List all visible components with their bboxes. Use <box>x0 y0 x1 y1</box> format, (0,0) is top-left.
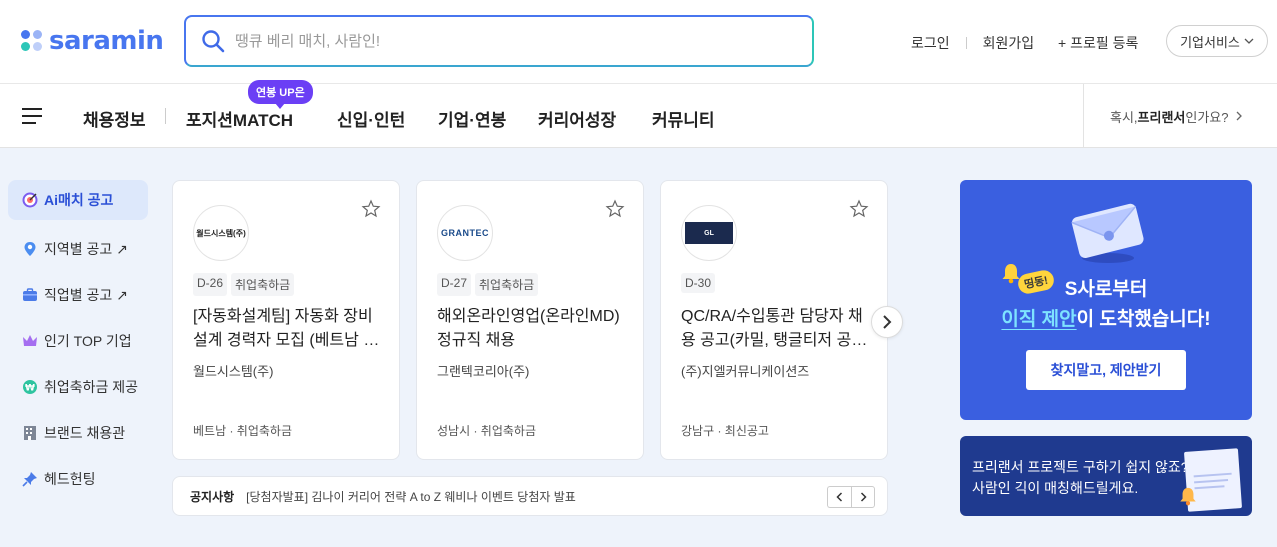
nav-item-community[interactable]: 커뮤니티 <box>652 106 715 131</box>
nav-item-career-growth[interactable]: 커리어성장 <box>538 106 616 131</box>
target-icon <box>22 192 38 208</box>
notice-prev-button[interactable] <box>827 486 851 508</box>
sidebar-item-top-company[interactable]: 인기 TOP 기업 <box>8 318 148 364</box>
company-name[interactable]: 월드시스템(주) <box>193 361 273 380</box>
job-card[interactable]: GL D-30 QC/RA/수입통관 담당자 채용 공고(카밀, 탱글티저 공식… <box>660 180 888 460</box>
nav-divider <box>165 108 166 124</box>
freelancer-bold: 프리랜서 <box>1137 109 1186 125</box>
star-icon[interactable] <box>361 199 381 219</box>
search-input[interactable] <box>235 32 795 50</box>
sidebar-item-label: 헤드헌팅 <box>44 471 96 487</box>
job-title[interactable]: [자동화설계팀] 자동화 장비 설계 경력자 모집 (베트남 상주) <box>193 305 383 353</box>
company-logo: GRANTEC <box>437 205 493 261</box>
get-offer-button[interactable]: 찾지말고, 제안받기 <box>1026 350 1186 390</box>
header: saramin 로그인 회원가입 + 프로필 등록 기업서비스 <box>0 0 1277 84</box>
job-title[interactable]: 해외온라인영업(온라인MD) 정규직 채용 <box>437 305 627 353</box>
won-coin-icon: ₩ <box>22 379 38 395</box>
dday-badge: D-30 <box>681 273 716 293</box>
freelancer-gig-banner[interactable]: 프리랜서 프로젝트 구하기 쉽지 않죠? 사람인 긱이 매칭해드릴게요. <box>960 436 1252 516</box>
business-service-label: 기업서비스 <box>1180 34 1240 50</box>
bell-icon <box>1180 487 1196 506</box>
profile-register: + 프로필 등록 <box>1058 33 1138 53</box>
bonus-tag: 취업축하금 <box>475 273 539 296</box>
sidebar-item-label: Ai매치 공고 <box>44 192 114 208</box>
sidebar-item-label: 취업축하금 제공 <box>44 379 139 395</box>
sidebar-item-ai-match[interactable]: Ai매치 공고 <box>8 180 148 220</box>
dday-badge: D-26 <box>193 273 228 296</box>
nav-item-company-salary[interactable]: 기업·연봉 <box>438 106 506 131</box>
bonus-tag: 취업축하금 <box>231 273 295 296</box>
sidebar-item-headhunting[interactable]: 헤드헌팅 <box>8 456 148 502</box>
freelancer-suffix: 인가요? <box>1185 109 1229 125</box>
freelancer-link[interactable]: 혹시, 프리랜서 인가요? <box>1083 84 1277 148</box>
card-tags: D-27 취업축하금 <box>437 273 542 296</box>
building-icon <box>22 425 38 441</box>
star-icon[interactable] <box>849 199 869 219</box>
sidebar-item-label: 지역별 공고 ↗ <box>44 241 128 257</box>
notice-nav <box>827 486 875 508</box>
pin-icon <box>22 471 38 487</box>
chevron-right-icon <box>1236 111 1242 121</box>
crown-icon <box>22 333 38 349</box>
sidebar-item-bonus[interactable]: ₩ 취업축하금 제공 <box>8 364 148 410</box>
chevron-down-icon <box>1244 38 1254 44</box>
signup-link[interactable]: 회원가입 <box>983 33 1035 53</box>
login-link[interactable]: 로그인 <box>911 33 950 53</box>
job-location: 베트남 · 취업축하금 <box>193 424 292 438</box>
company-logo: GL <box>681 205 737 261</box>
notice-label: 공지사항 <box>190 489 235 504</box>
business-service-button[interactable]: 기업서비스 <box>1166 25 1268 57</box>
saramin-logo[interactable]: saramin <box>20 26 164 56</box>
notice-next-button[interactable] <box>851 486 875 508</box>
banner-line2: 이직 제안이 도착했습니다! <box>960 304 1252 331</box>
star-icon[interactable] <box>605 199 625 219</box>
carousel-next-button[interactable] <box>871 306 903 338</box>
briefcase-icon <box>22 287 38 303</box>
divider <box>965 37 967 49</box>
map-pin-icon <box>22 241 38 257</box>
job-location: 강남구 · 최신공고 <box>681 424 769 438</box>
notice-bar: 공지사항 [당첨자발표] 김나이 커리어 전략 A to Z 웨비나 이벤트 당… <box>172 476 888 516</box>
hamburger-menu-icon[interactable] <box>22 108 42 124</box>
job-location: 성남시 · 취업축하금 <box>437 424 536 438</box>
sidebar-item-region[interactable]: 지역별 공고 ↗ <box>8 226 148 272</box>
sidebar-item-brand[interactable]: 브랜드 채용관 <box>8 410 148 456</box>
search-box[interactable] <box>184 15 814 67</box>
envelope-icon <box>1071 203 1144 263</box>
job-card[interactable]: GRANTEC D-27 취업축하금 해외온라인영업(온라인MD) 정규직 채용… <box>416 180 644 460</box>
sidebar-item-job-type[interactable]: 직업별 공고 ↗ <box>8 272 148 318</box>
nav-item-jobs[interactable]: 채용정보 <box>83 106 146 131</box>
sidebar-item-label: 인기 TOP 기업 <box>44 333 132 349</box>
job-card[interactable]: 월드시스템(주) D-26 취업축하금 [자동화설계팀] 자동화 장비 설계 경… <box>172 180 400 460</box>
logo-text: saramin <box>49 26 164 56</box>
logo-dots-icon <box>20 29 44 53</box>
nav-item-position-match[interactable]: 포지션MATCH <box>186 106 293 131</box>
dday-badge: D-27 <box>437 273 472 296</box>
card-tags: D-30 <box>681 273 719 293</box>
banner-line2-rest: 이 도착했습니다! <box>1076 309 1211 330</box>
banner-line1: S사로부터 <box>1064 279 1148 300</box>
gig-banner-line1: 프리랜서 프로젝트 구하기 쉽지 않죠? <box>972 459 1189 475</box>
company-name[interactable]: 그랜텍코리아(주) <box>437 361 529 380</box>
notice-text[interactable]: [당첨자발표] 김나이 커리어 전략 A to Z 웨비나 이벤트 당첨자 발표 <box>246 488 576 505</box>
job-title[interactable]: QC/RA/수입통관 담당자 채용 공고(카밀, 탱글티저 공식 수입사) <box>681 305 871 353</box>
gig-banner-line2: 사람인 긱이 매칭해드릴게요. <box>972 480 1139 496</box>
search-icon[interactable] <box>201 29 225 53</box>
sidebar-item-label: 직업별 공고 ↗ <box>44 287 128 303</box>
freelancer-prefix: 혹시, <box>1110 109 1138 125</box>
sidebar: Ai매치 공고 지역별 공고 ↗ 직업별 공고 ↗ 인기 TOP 기업 ₩ 취업… <box>8 180 148 502</box>
salary-up-badge: 연봉 UP은 <box>248 80 313 109</box>
svg-text:₩: ₩ <box>25 384 35 394</box>
offer-highlight: 이직 제안 <box>1001 309 1077 330</box>
nav-item-newcomer-intern[interactable]: 신입·인턴 <box>337 106 405 131</box>
card-tags: D-26 취업축하금 <box>193 273 298 296</box>
profile-register-link[interactable]: + 프로필 등록 <box>1058 33 1138 53</box>
sidebar-item-label: 브랜드 채용관 <box>44 425 126 441</box>
job-offer-banner[interactable]: 띵동! S사로부터 이직 제안이 도착했습니다! 찾지말고, 제안받기 <box>960 180 1252 420</box>
chevron-right-icon <box>883 315 892 329</box>
company-logo: 월드시스템(주) <box>193 205 249 261</box>
company-name[interactable]: (주)지엘커뮤니케이션즈 <box>681 361 809 380</box>
header-links: 로그인 회원가입 <box>911 33 1034 53</box>
